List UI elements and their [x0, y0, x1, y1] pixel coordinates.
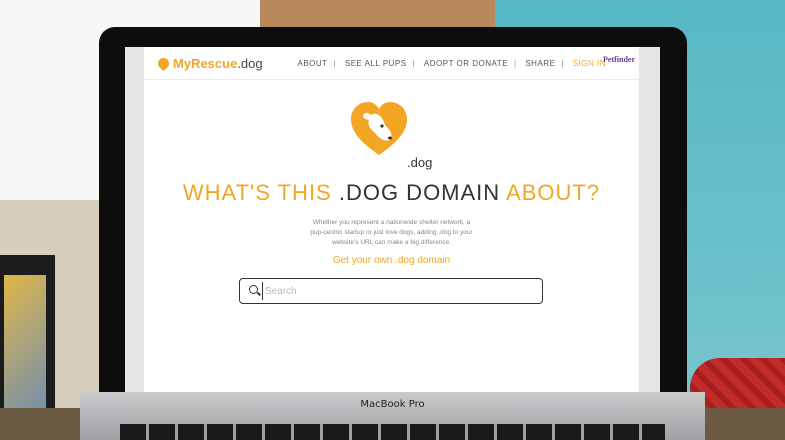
nav-separator: |	[561, 59, 564, 68]
description: Whether you represent a nationwide shelt…	[310, 219, 473, 246]
laptop-label: MacBook Pro	[360, 399, 425, 410]
search-input[interactable]	[262, 282, 537, 300]
search-box[interactable]	[239, 278, 543, 304]
nav-sign-in[interactable]: SIGN IN	[573, 59, 606, 68]
nav-adopt-or-donate[interactable]: ADOPT OR DONATE	[424, 59, 508, 68]
nav-about[interactable]: ABOUT	[298, 59, 328, 68]
site-header: MyRescue.dog ABOUT | SEE ALL PUPS | ADOPT …	[144, 47, 639, 80]
keyboard	[120, 424, 665, 440]
page-title: WHAT'S THIS .DOG DOMAIN ABOUT?	[144, 180, 639, 206]
search-icon	[249, 285, 258, 294]
heart-icon	[155, 55, 172, 72]
nav-share[interactable]: SHARE	[525, 59, 555, 68]
picture	[4, 275, 46, 425]
get-domain-heading: Get your own .dog domain	[332, 255, 451, 266]
partner-name: Petfinder	[603, 55, 635, 64]
logo-dog-text: .dog	[407, 155, 433, 170]
brand-logo[interactable]: MyRescue.dog	[155, 55, 263, 72]
main-nav: ABOUT | SEE ALL PUPS | ADOPT OR DONATE | SH…	[295, 59, 610, 68]
brand-suffix: .dog	[237, 56, 263, 71]
title-part-3: ABOUT?	[500, 180, 601, 205]
title-part-1: WHAT'S THIS	[182, 180, 339, 205]
nav-see-all-pups[interactable]: SEE ALL PUPS	[345, 59, 407, 68]
dog-heart-logo-icon	[351, 102, 407, 155]
webpage: MyRescue.dog ABOUT | SEE ALL PUPS | ADOPT …	[144, 47, 639, 392]
title-part-2: .DOG DOMAIN	[338, 180, 501, 205]
petfinder-logo[interactable]: Petfinder	[603, 56, 635, 64]
nav-separator: |	[333, 59, 337, 68]
nav-separator: |	[514, 59, 517, 68]
laptop-screen: MyRescue.dog ABOUT | SEE ALL PUPS | ADOPT …	[125, 47, 660, 392]
brand-name: MyRescue	[173, 56, 238, 71]
nav-separator: |	[412, 59, 416, 68]
